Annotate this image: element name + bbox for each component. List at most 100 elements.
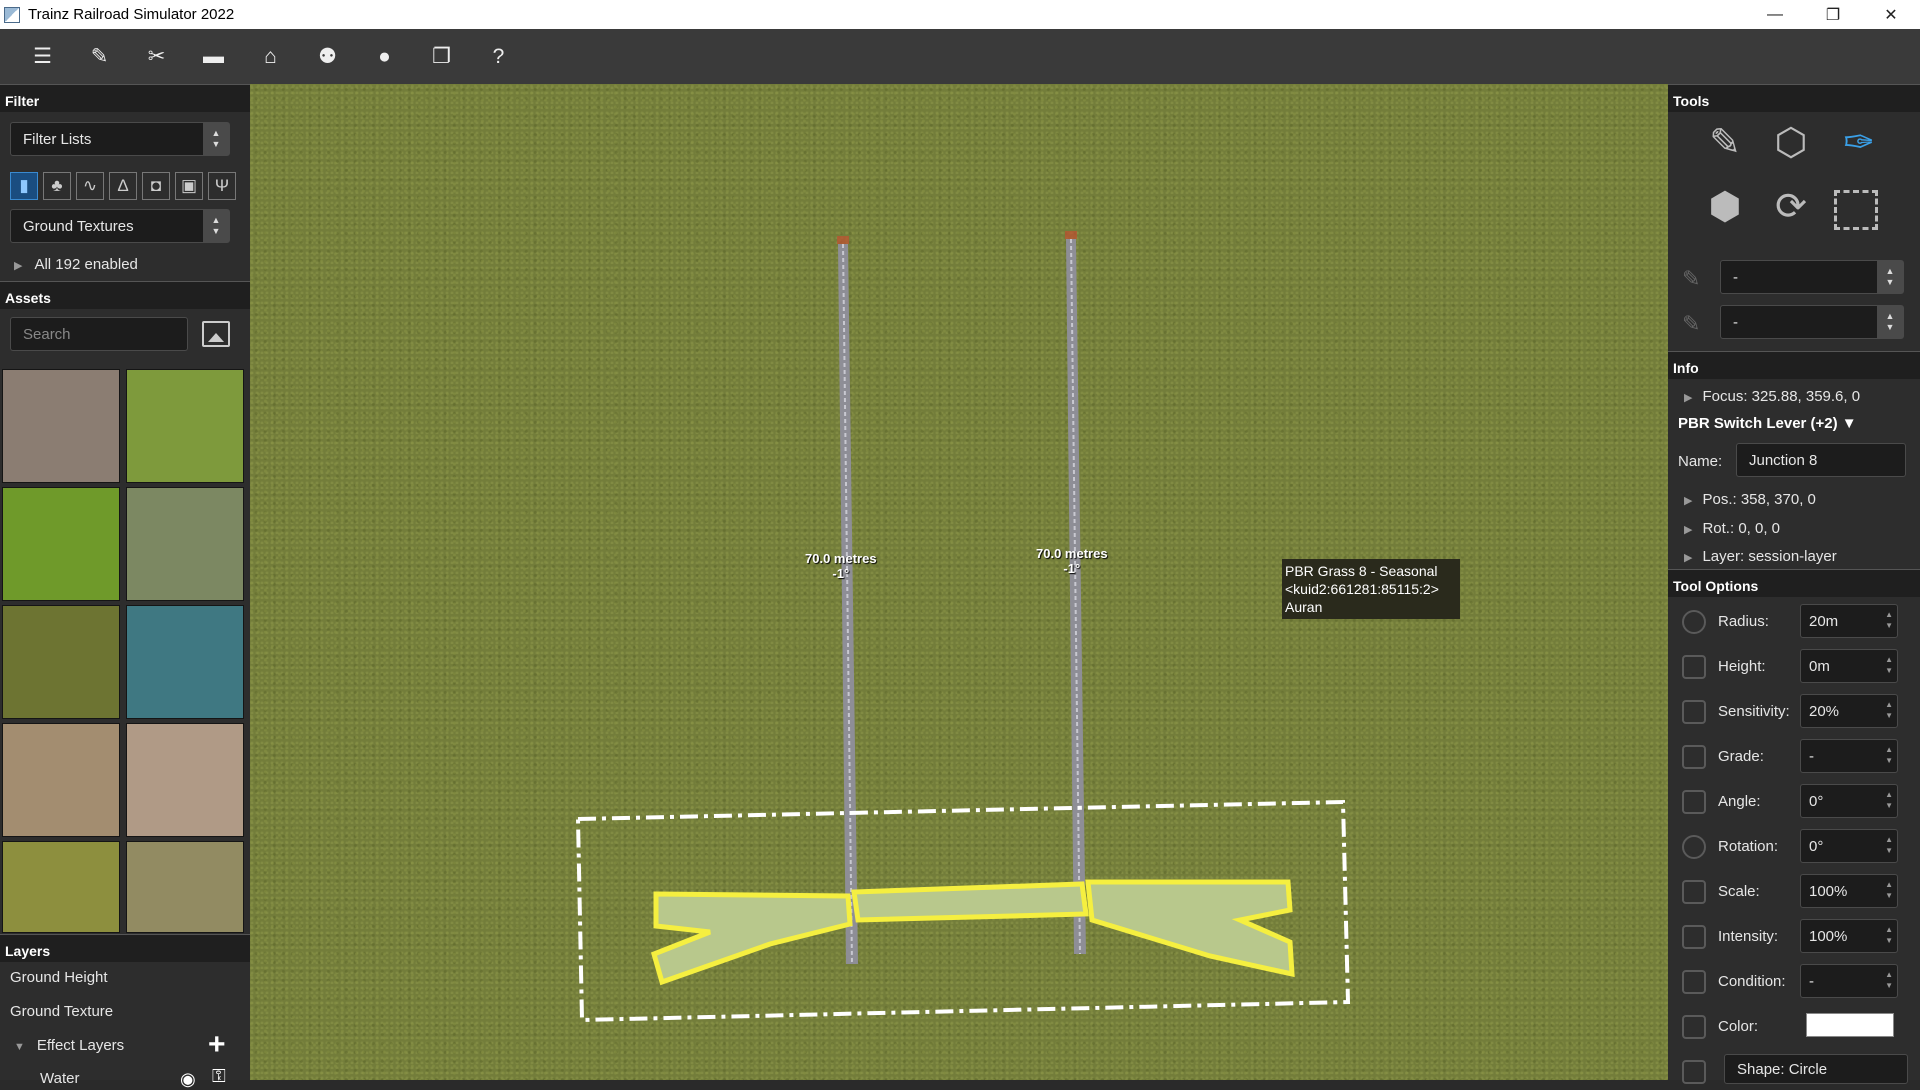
stepper-icon[interactable]: ▲ ▼ [1885,924,1893,946]
window-icon[interactable]: ❐ [413,37,470,77]
layer-water[interactable]: Water [40,1070,79,1087]
focus-readout[interactable]: ▶ Focus: 325.88, 359.6, 0 [1684,388,1860,405]
scale-field[interactable]: 100% ▲ ▼ [1800,874,1898,908]
track-right[interactable] [1065,231,1086,955]
track-filter-icon[interactable]: ▮ [10,172,38,200]
ground-filter-icon[interactable]: Ψ [208,172,236,200]
object-title[interactable]: PBR Switch Lever (+2) ▼ [1678,415,1857,432]
menu-icon[interactable]: ☰ [14,37,71,77]
restore-button[interactable]: ❐ [1804,0,1862,29]
intensity-field[interactable]: 100% ▲ ▼ [1800,919,1898,953]
asset-tile[interactable] [2,841,120,933]
rotation-readout[interactable]: ▶ Rot.: 0, 0, 0 [1684,520,1780,537]
lock-icon[interactable]: ⚿ [212,1066,226,1087]
height-value: 0m [1809,658,1830,675]
close-button[interactable]: ✕ [1862,0,1920,29]
eyedropper-icon[interactable]: ✑ [1834,120,1884,170]
add-layer-icon[interactable]: + [208,1030,226,1060]
condition-field[interactable]: - ▲ ▼ [1800,964,1898,998]
rotation-text: Rot.: 0, 0, 0 [1702,520,1781,537]
paint-brush-icon[interactable]: ✎ [1700,120,1750,170]
brush-dropdown-2[interactable]: - ▲ ▼ [1720,305,1904,339]
grade-field[interactable]: - ▲ ▼ [1800,739,1898,773]
junction-highlight[interactable] [650,879,1295,986]
edit-icon[interactable]: ✎ [71,37,128,77]
position-text: Pos.: 358, 370, 0 [1702,491,1816,508]
enabled-text: All 192 enabled [34,256,138,273]
expand-arrow-icon: ▶ [14,260,23,272]
main-toolbar: ☰ ✎ ✂ ▬ ⌂ ⚉ ● ❐ ? [0,29,1920,84]
asset-search-field[interactable]: Search [10,317,188,351]
tree-filter-icon[interactable]: ♣ [43,172,71,200]
enabled-summary[interactable]: ▶ All 192 enabled [14,256,138,273]
minimize-button[interactable]: — [1746,0,1804,29]
asset-tile[interactable] [2,723,120,837]
camera-icon[interactable]: ⌂ [242,37,299,77]
display-icon[interactable]: ▬ [185,37,242,77]
asset-tile[interactable] [126,487,244,601]
tools-icon[interactable]: ✂ [128,37,185,77]
stepper-icon[interactable]: ▲ ▼ [1885,834,1893,856]
asset-tile[interactable] [126,841,244,933]
color-option: Color: [1674,1005,1920,1049]
ground-category-dropdown[interactable]: Ground Textures ▲ ▼ [10,209,230,243]
stepper-icon[interactable]: ▲ ▼ [1885,699,1893,721]
asset-tile[interactable] [126,723,244,837]
help-icon[interactable]: ? [470,37,527,77]
radius-value: 20m [1809,613,1839,630]
track-grade-text: -1° [1063,561,1081,576]
collapse-arrow-icon: ▼ [14,1041,25,1053]
color-swatch[interactable] [1806,1013,1894,1037]
paint-bucket-icon [1682,1015,1706,1039]
move-object-icon[interactable]: ⬢ [1700,184,1750,234]
grade-value: - [1809,748,1814,765]
chevron-updown-icon: ▲ ▼ [1877,306,1903,338]
stepper-icon[interactable]: ▲ ▼ [1885,654,1893,676]
image-view-icon[interactable] [202,321,230,347]
stepper-icon[interactable]: ▲ ▼ [1885,609,1893,631]
asset-tile[interactable] [2,487,120,601]
effect-layers-group[interactable]: ▼ Effect Layers [14,1037,124,1054]
chat-icon[interactable]: ● [356,37,413,77]
filter-list-dropdown[interactable]: Filter Lists ▲ ▼ [10,122,230,156]
stepper-icon[interactable]: ▲ ▼ [1885,789,1893,811]
scale-label: Scale: [1718,883,1760,900]
crowd-icon[interactable]: ⚉ [299,37,356,77]
stepper-icon[interactable]: ▲ ▼ [1885,744,1893,766]
radius-field[interactable]: 20m ▲ ▼ [1800,604,1898,638]
position-readout[interactable]: ▶ Pos.: 358, 370, 0 [1684,491,1816,508]
expand-arrow-icon: ▶ [1684,552,1693,564]
spline-filter-icon[interactable]: ∿ [76,172,104,200]
asset-tile[interactable] [2,369,120,483]
asset-tile[interactable] [126,369,244,483]
grade-icon [1682,745,1706,769]
height-field[interactable]: 0m ▲ ▼ [1800,649,1898,683]
stepper-icon[interactable]: ▲ ▼ [1885,879,1893,901]
brush-dropdown-1[interactable]: - ▲ ▼ [1720,260,1904,294]
object-name-field[interactable]: Junction 8 [1736,443,1906,477]
rotate-object-icon[interactable]: ⟳ [1766,184,1816,234]
color-label: Color: [1718,1018,1759,1035]
angle-field[interactable]: 0° ▲ ▼ [1800,784,1898,818]
asset-tile[interactable] [126,605,244,719]
scale-icon [1682,880,1706,904]
track-left[interactable] [837,236,858,965]
height-icon [1682,655,1706,679]
signal-filter-icon[interactable]: ◘ [142,172,170,200]
rotation-field[interactable]: 0° ▲ ▼ [1800,829,1898,863]
marquee-select-icon[interactable] [1834,190,1878,230]
asset-tile[interactable] [2,605,120,719]
layer-readout[interactable]: ▶ Layer: session-layer [1684,548,1837,565]
condition-label: Condition: [1718,973,1786,990]
layer-ground-texture[interactable]: Ground Texture [10,1003,113,1020]
rotation-option: Rotation: 0° ▲ ▼ [1674,825,1920,869]
title-bar: Trainz Railroad Simulator 2022 — ❐ ✕ [0,0,1920,29]
stepper-icon[interactable]: ▲ ▼ [1885,969,1893,991]
add-object-icon[interactable]: ⬡ [1766,120,1816,170]
layer-ground-height[interactable]: Ground Height [10,969,108,986]
vehicle-filter-icon[interactable]: ▣ [175,172,203,200]
3d-viewport[interactable]: 70.0 metres -1° 70.0 metres -1° PBR Gras… [250,84,1668,1080]
sensitivity-field[interactable]: 20% ▲ ▼ [1800,694,1898,728]
road-filter-icon[interactable]: Δ [109,172,137,200]
grade-option: Grade: - ▲ ▼ [1674,735,1920,779]
